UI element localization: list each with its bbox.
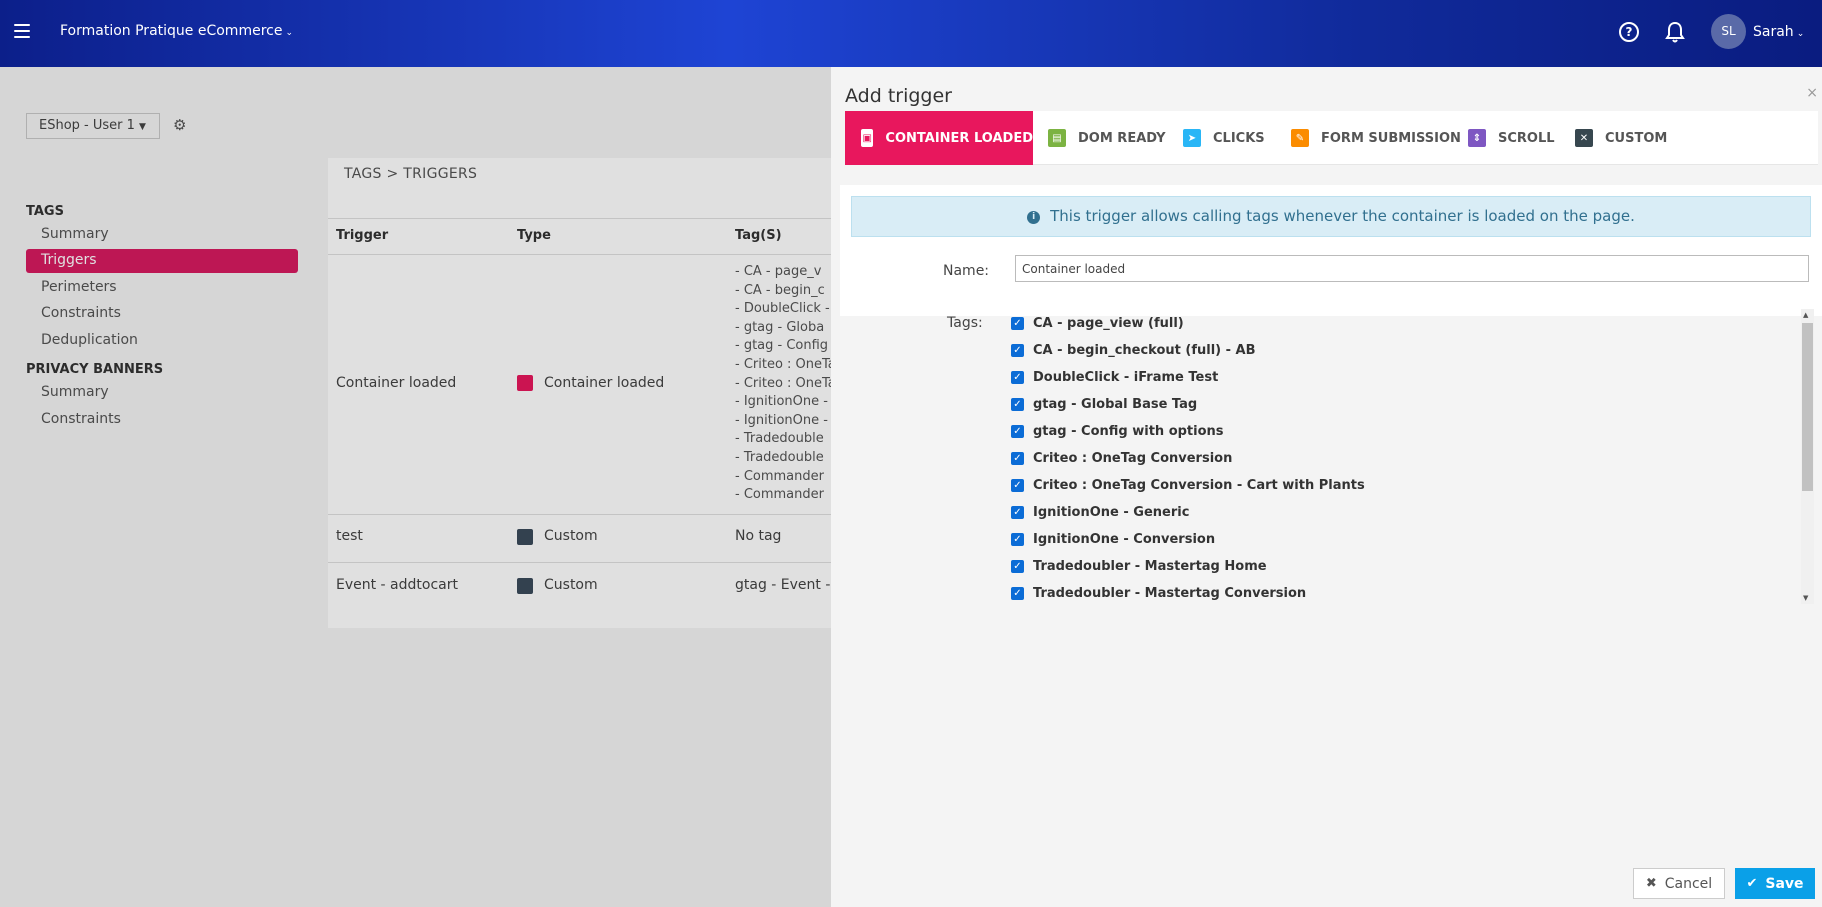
tab-label: SCROLL [1498, 130, 1555, 146]
tag-checkbox-row[interactable]: ✓ CA - page_view (full) [1011, 313, 1184, 333]
tab-label: FORM SUBMISSION [1321, 130, 1461, 146]
modal-backdrop[interactable] [0, 67, 831, 907]
chevron-down-icon: ⌄ [1796, 29, 1805, 39]
scroll-down-icon[interactable]: ▼ [1803, 594, 1808, 602]
top-bar: Formation Pratique eCommerce ⌄ ? SL Sarah… [0, 0, 1822, 67]
trigger-type-tabs: ▣ CONTAINER LOADED ▤ DOM READY ➤ CLICKS … [845, 111, 1818, 165]
close-icon: ✖ [1645, 876, 1657, 891]
checkbox-checked[interactable]: ✓ [1011, 343, 1024, 357]
tag-checkbox-label: gtag - Config with options [1033, 423, 1224, 439]
tag-checkbox-row[interactable]: ✓ IgnitionOne - Generic [1011, 502, 1189, 522]
tab-label: CUSTOM [1605, 130, 1668, 146]
info-text: This trigger allows calling tags wheneve… [1050, 207, 1635, 225]
avatar[interactable]: SL [1711, 14, 1746, 49]
tab-label: CONTAINER LOADED [885, 130, 1033, 146]
tab-form-submission[interactable]: ✎ FORM SUBMISSION [1291, 111, 1461, 165]
info-icon: i [1027, 211, 1041, 224]
help-icon[interactable]: ? [1619, 22, 1639, 42]
tag-checkbox-row[interactable]: ✓ CA - begin_checkout (full) - AB [1011, 340, 1256, 360]
tag-checkbox-label: Tradedoubler - Mastertag Conversion [1033, 585, 1307, 601]
scroll-thumb[interactable] [1802, 323, 1813, 491]
tag-checkbox-label: Criteo : OneTag Conversion [1033, 450, 1233, 466]
user-name: Sarah [1753, 24, 1794, 40]
tag-checkbox-row[interactable]: ✓ Criteo : OneTag Conversion - Cart with … [1011, 475, 1365, 495]
user-menu[interactable]: Sarah ⌄ [1753, 24, 1804, 40]
save-label: Save [1765, 875, 1804, 892]
scroll-icon: ⇕ [1468, 129, 1486, 147]
form-edit-icon: ✎ [1291, 129, 1309, 147]
tag-checkbox-row[interactable]: ✓ Criteo : OneTag Conversion [1011, 448, 1232, 468]
tag-checkbox-label: IgnitionOne - Generic [1033, 504, 1190, 520]
drawer-title: Add trigger [845, 85, 952, 107]
info-alert: i This trigger allows calling tags whenev… [851, 196, 1811, 237]
close-icon[interactable]: × [1806, 85, 1818, 101]
tag-checkbox-row[interactable]: ✓ IgnitionOne - Conversion [1011, 529, 1215, 549]
tag-checkbox-label: Criteo : OneTag Conversion - Cart with P… [1033, 477, 1365, 493]
tag-checkbox-row[interactable]: ✓ gtag - Config with options [1011, 421, 1224, 441]
custom-icon: ✕ [1575, 129, 1593, 147]
chevron-down-icon: ⌄ [285, 28, 293, 38]
tab-container-loaded[interactable]: ▣ CONTAINER LOADED [845, 111, 1033, 165]
cursor-click-icon: ➤ [1183, 129, 1201, 147]
tag-checkbox-row[interactable]: ✓ DoubleClick - iFrame Test [1011, 367, 1218, 387]
tags-scrollbar[interactable]: ▲ ▼ [1801, 309, 1814, 604]
checkbox-checked[interactable]: ✓ [1011, 424, 1024, 438]
tab-label: CLICKS [1213, 130, 1265, 146]
tag-checkbox-row[interactable]: ✓ gtag - Global Base Tag [1011, 394, 1197, 414]
name-label: Name: [943, 263, 990, 279]
app-title-dropdown[interactable]: Formation Pratique eCommerce ⌄ [60, 23, 293, 39]
checkbox-checked[interactable]: ✓ [1011, 586, 1024, 600]
tag-checkbox-row[interactable]: ✓ Tradedoubler - Mastertag Home [1011, 556, 1267, 576]
tab-custom[interactable]: ✕ CUSTOM [1575, 111, 1667, 165]
name-field[interactable] [1015, 255, 1809, 282]
checkbox-checked[interactable]: ✓ [1011, 532, 1024, 546]
checkbox-checked[interactable]: ✓ [1011, 370, 1024, 384]
checkbox-checked[interactable]: ✓ [1011, 505, 1024, 519]
dom-ready-icon: ▤ [1048, 129, 1066, 147]
save-button[interactable]: ✔ Save [1735, 868, 1815, 899]
tag-checkbox-label: CA - page_view (full) [1033, 315, 1184, 331]
tag-checkbox-label: Tradedoubler - Mastertag Home [1033, 558, 1267, 574]
tag-checkbox-label: IgnitionOne - Conversion [1033, 531, 1216, 547]
checkbox-checked[interactable]: ✓ [1011, 397, 1024, 411]
tag-checkbox-label: DoubleClick - iFrame Test [1033, 369, 1219, 385]
hamburger-menu-icon[interactable] [14, 24, 30, 38]
checkbox-checked[interactable]: ✓ [1011, 316, 1024, 330]
tab-label: DOM READY [1078, 130, 1166, 146]
bell-icon[interactable] [1665, 21, 1685, 43]
tab-dom-ready[interactable]: ▤ DOM READY [1048, 111, 1166, 165]
tag-checkbox-row[interactable]: ✓ Tradedoubler - Mastertag Conversion [1011, 583, 1306, 603]
checkbox-checked[interactable]: ✓ [1011, 478, 1024, 492]
tags-label: Tags: [947, 315, 983, 331]
tab-clicks[interactable]: ➤ CLICKS [1183, 111, 1265, 165]
tag-checkbox-label: gtag - Global Base Tag [1033, 396, 1198, 412]
checkbox-checked[interactable]: ✓ [1011, 559, 1024, 573]
container-loaded-icon: ▣ [861, 129, 874, 147]
scroll-up-icon[interactable]: ▲ [1803, 311, 1808, 319]
tab-scroll[interactable]: ⇕ SCROLL [1468, 111, 1555, 165]
app-title: Formation Pratique eCommerce [60, 23, 283, 39]
checkbox-checked[interactable]: ✓ [1011, 451, 1024, 465]
tag-checkbox-label: CA - begin_checkout (full) - AB [1033, 342, 1256, 358]
cancel-label: Cancel [1664, 875, 1713, 892]
cancel-button[interactable]: ✖ Cancel [1633, 868, 1725, 899]
check-icon: ✔ [1746, 876, 1758, 891]
add-trigger-drawer: Add trigger × ▣ CONTAINER LOADED ▤ DOM R… [831, 67, 1822, 907]
